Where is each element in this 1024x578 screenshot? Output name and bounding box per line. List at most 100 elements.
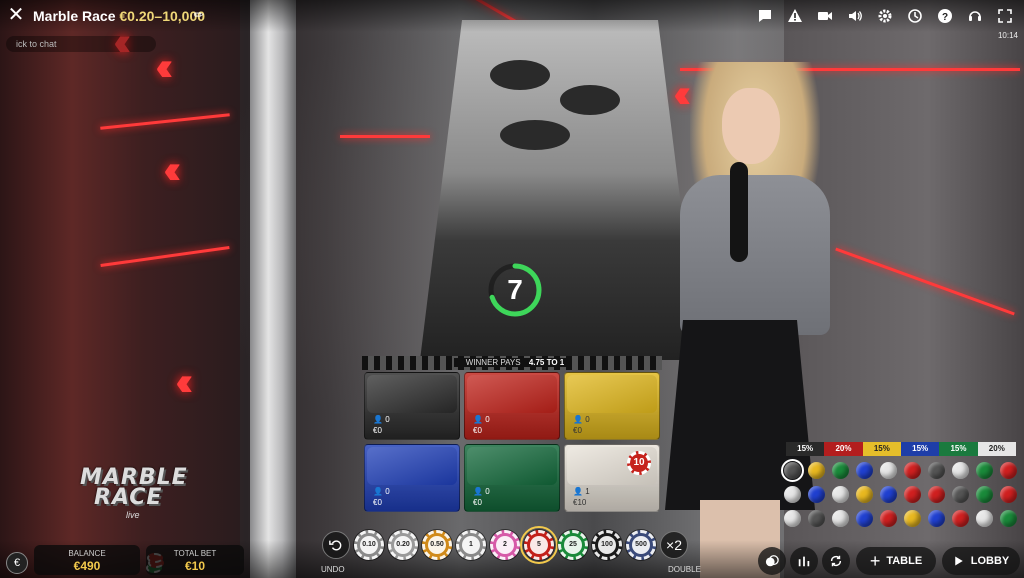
bet-cell[interactable]: 👤 0 €0	[464, 372, 560, 440]
chip-0.10[interactable]: 0.10	[354, 530, 384, 560]
marble-color-tile	[467, 447, 557, 485]
currency-button[interactable]: €	[6, 552, 28, 574]
history-marble	[784, 486, 801, 503]
volume-icon[interactable]	[844, 5, 866, 27]
chip-0.50[interactable]: 0.50	[422, 530, 452, 560]
bet-amount: €0	[473, 426, 482, 435]
player-count: 👤 0	[473, 415, 490, 424]
player-count: 👤 0	[473, 487, 490, 496]
marble-history	[781, 459, 1020, 527]
bet-cell[interactable]: 👤 0 €0	[464, 444, 560, 512]
banner-prefix: WINNER PAYS	[459, 358, 527, 367]
bet-cell[interactable]: 👤 0 €0	[564, 372, 660, 440]
video-icon[interactable]	[814, 5, 836, 27]
total-bet-label: TOTAL BET	[173, 549, 217, 558]
chip-value: 5	[530, 536, 548, 554]
dealer-body	[680, 175, 830, 335]
warning-icon[interactable]	[784, 5, 806, 27]
betting-timer: 7	[487, 262, 543, 318]
dealer-face	[722, 88, 780, 164]
history-marble	[928, 486, 945, 503]
gear-icon[interactable]	[874, 5, 896, 27]
microphone	[730, 162, 748, 262]
game-title: Marble Race €0.20–10,000	[33, 8, 205, 24]
history-marble	[784, 510, 801, 527]
chip-100[interactable]: 100	[592, 530, 622, 560]
marble-race-logo: MARBLE RACE live	[80, 467, 220, 521]
history-marble	[832, 462, 849, 479]
headset-icon[interactable]	[964, 5, 986, 27]
chip-500[interactable]: 500	[626, 530, 656, 560]
double-label: DOUBLE	[668, 565, 701, 574]
total-bet-value: €10	[184, 559, 206, 573]
track-hole	[500, 120, 570, 150]
game-name: Marble Race	[33, 8, 116, 24]
chip-value: 0.20	[394, 536, 412, 554]
history-icon[interactable]	[904, 5, 926, 27]
history-marble	[904, 462, 921, 479]
color-stats-bar: 15% 20% 15% 15% 15% 20%	[786, 442, 1016, 456]
bet-cell[interactable]: 👤 0 €0	[364, 372, 460, 440]
balance-label: BALANCE	[68, 549, 106, 558]
marble-color-tile	[567, 375, 657, 413]
plus-icon: +	[869, 550, 881, 571]
double-button[interactable]: ×2	[660, 531, 688, 559]
chip-5[interactable]: 5	[520, 526, 558, 564]
undo-button[interactable]	[322, 531, 350, 559]
chat-input[interactable]	[6, 36, 156, 52]
chip-value: 0.10	[360, 536, 378, 554]
chip-0.20[interactable]: 0.20	[388, 530, 418, 560]
logo-sub: live	[126, 510, 140, 520]
history-marble	[952, 462, 969, 479]
chip-tray: 0.10 0.20 0.50 1 2 5 25 100 500 ×2	[322, 526, 688, 564]
history-marble	[832, 510, 849, 527]
history-marble	[928, 510, 945, 527]
history-marble	[952, 486, 969, 503]
player-count: 👤 0	[373, 487, 390, 496]
lobby-icon	[955, 556, 963, 566]
close-button[interactable]: ✕	[6, 4, 26, 26]
bet-panel: WINNER PAYS 4.75 TO 1 👤 0 €0 👤 0 €0 👤 0 €0 👤 0…	[362, 356, 662, 512]
history-marble	[808, 486, 825, 503]
stat-segment: 15%	[939, 442, 978, 456]
player-count: 👤 1	[573, 487, 590, 496]
bet-amount: €10	[573, 498, 587, 507]
history-marble	[781, 459, 804, 482]
bet-cell[interactable]: 👤 0 €0	[364, 444, 460, 512]
marble-color-tile	[367, 375, 457, 413]
bet-amount: €0	[373, 498, 382, 507]
svg-text:?: ?	[942, 12, 948, 23]
bet-amount: €0	[573, 426, 582, 435]
lobby-button[interactable]: LOBBY	[942, 547, 1020, 575]
stat-segment: 20%	[977, 442, 1016, 456]
statistics-icon	[798, 556, 810, 567]
balance-value: €490	[73, 559, 101, 573]
stat-segment: 15%	[786, 442, 825, 456]
chat-icon[interactable]	[754, 5, 776, 27]
help-icon[interactable]: ?	[934, 5, 956, 27]
fullscreen-icon[interactable]	[994, 5, 1016, 27]
chip-25[interactable]: 25	[558, 530, 588, 560]
stat-segment: 15%	[862, 442, 901, 456]
top-bar: ✕ Marble Race €0.20–10,000 ✎ ? 10:14	[0, 0, 1024, 40]
undo-label: UNDO	[321, 565, 345, 574]
player-count: 👤 0	[573, 415, 590, 424]
winner-banner: WINNER PAYS 4.75 TO 1	[362, 356, 662, 370]
history-marble	[904, 510, 921, 527]
bet-cell[interactable]: 👤 1 €10 10	[564, 444, 660, 512]
stat-segment: 20%	[824, 442, 863, 456]
timer-count: 7	[507, 274, 523, 305]
statistics-button[interactable]	[790, 547, 818, 575]
stat-segment: 15%	[900, 442, 940, 456]
chip-1[interactable]: 1	[456, 530, 486, 560]
history-marble	[880, 510, 897, 527]
history-marble	[928, 462, 945, 479]
track-hole	[490, 60, 550, 90]
marble-track	[420, 20, 700, 360]
chip-value: 500	[632, 536, 650, 554]
lobby-label: LOBBY	[970, 555, 1010, 567]
chip-2[interactable]: 2	[490, 530, 520, 560]
chips-view-button[interactable]	[758, 547, 786, 575]
table-button[interactable]: + TABLE	[856, 547, 936, 575]
rebet-button[interactable]	[822, 547, 850, 575]
